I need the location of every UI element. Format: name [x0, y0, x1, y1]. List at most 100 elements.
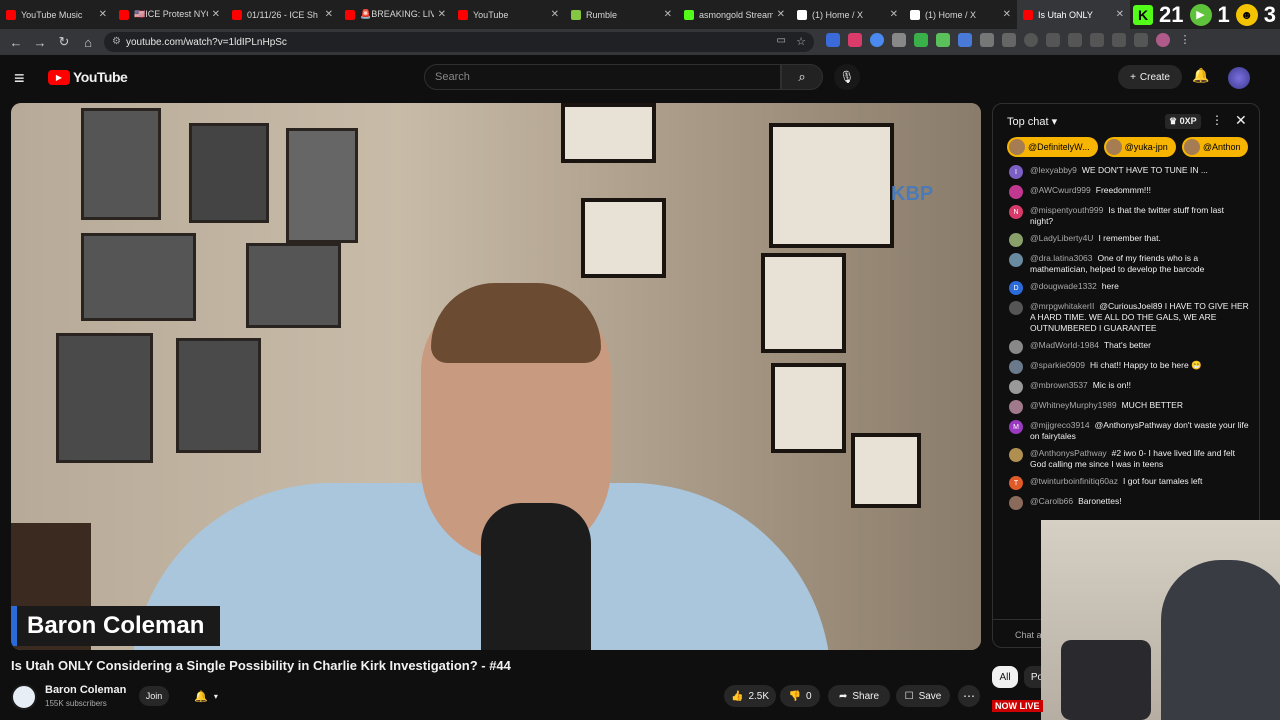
tab-close-icon[interactable]: ✕: [777, 9, 785, 20]
chat-message[interactable]: @WhitneyMurphy1989 MUCH BETTER: [993, 397, 1259, 417]
bookmark-star-icon[interactable]: ☆: [796, 35, 806, 48]
address-bar[interactable]: ⚙ youtube.com/watch?v=1ldIPLnHpSc ☆ ▭: [104, 32, 814, 52]
tab-close-icon[interactable]: ✕: [664, 9, 672, 20]
chat-author[interactable]: @dra.latina3063: [1030, 253, 1093, 263]
browser-tab[interactable]: YouTube ✕: [452, 0, 565, 29]
channel-avatar[interactable]: [11, 684, 37, 710]
chat-avatar[interactable]: I: [1009, 165, 1023, 179]
browser-tab[interactable]: Is Utah ONLY ✕: [1017, 0, 1130, 29]
browser-menu-icon[interactable]: ⋮: [1178, 33, 1192, 47]
chat-menu-icon[interactable]: ⋮: [1211, 113, 1223, 127]
chat-message[interactable]: D @dougwade1332 here: [993, 278, 1259, 298]
tab-close-icon[interactable]: ✕: [1116, 9, 1124, 20]
join-button[interactable]: Join: [139, 686, 169, 706]
chat-author[interactable]: @mbrown3537: [1030, 380, 1088, 390]
extension-icon[interactable]: [1112, 33, 1126, 47]
sidebar-icon[interactable]: [1134, 33, 1148, 47]
chat-author[interactable]: @LadyLiberty4U: [1030, 233, 1093, 243]
chat-avatar[interactable]: [1009, 340, 1023, 354]
chat-avatar[interactable]: [1009, 400, 1023, 414]
puzzle-icon[interactable]: [1002, 33, 1016, 47]
chat-avatar[interactable]: N: [1009, 205, 1023, 219]
super-chat-ticker[interactable]: @yuka-jpn: [1103, 137, 1176, 157]
history-icon[interactable]: [1024, 33, 1038, 47]
extension-icon[interactable]: [870, 33, 884, 47]
browser-tab[interactable]: asmongold Stream ✕: [678, 0, 791, 29]
chat-message[interactable]: @MadWorld-1984 That's better: [993, 337, 1259, 357]
super-chat-ticker[interactable]: @DefinitelyW...: [1007, 137, 1098, 157]
chat-author[interactable]: @mrpgwhitakerII: [1030, 301, 1094, 311]
extension-icon[interactable]: [980, 33, 994, 47]
chat-author[interactable]: @WhitneyMurphy1989: [1030, 400, 1117, 410]
share-button[interactable]: ➦ Share: [828, 685, 890, 707]
chat-author[interactable]: @sparkie0909: [1030, 360, 1085, 370]
chat-author[interactable]: @dougwade1332: [1030, 281, 1097, 291]
reload-icon[interactable]: ↻: [52, 30, 76, 54]
tab-close-icon[interactable]: ✕: [212, 9, 220, 20]
chat-message[interactable]: @Carolb66 Baronettes!: [993, 493, 1259, 513]
notifications-bell-icon[interactable]: 🔔: [1192, 67, 1209, 84]
microphone-icon[interactable]: 🎙: [834, 64, 860, 90]
chat-author[interactable]: @mjjgreco3914: [1030, 420, 1090, 430]
chat-message[interactable]: @AnthonysPathway #2 iwo 0- I have lived l…: [993, 445, 1259, 473]
chat-message[interactable]: N @mispentyouth999 Is that the twitter stu…: [993, 202, 1259, 230]
create-button[interactable]: + Create: [1118, 65, 1182, 89]
browser-tab[interactable]: (1) Home / X ✕: [904, 0, 1017, 29]
browser-tab[interactable]: 01/11/26 - ICE Sh ✕: [226, 0, 339, 29]
extension-icon[interactable]: [936, 33, 950, 47]
tab-close-icon[interactable]: ✕: [551, 9, 559, 20]
youtube-logo[interactable]: ▶ YouTube: [48, 69, 128, 85]
site-info-icon[interactable]: ⚙: [112, 36, 121, 47]
browser-tab[interactable]: (1) Home / X ✕: [791, 0, 904, 29]
chat-avatar[interactable]: [1009, 253, 1023, 267]
chat-avatar[interactable]: [1009, 301, 1023, 315]
subscribe-notifications-button[interactable]: 🔔 ▾: [184, 686, 228, 706]
chat-message[interactable]: @sparkie0909 Hi chat!! Happy to be here 😁: [993, 357, 1259, 377]
chat-author[interactable]: @lexyabby9: [1030, 165, 1077, 175]
top-chat-selector[interactable]: Top chat ▾: [1007, 115, 1057, 128]
chat-avatar[interactable]: [1009, 448, 1023, 462]
chat-message[interactable]: I @lexyabby9 WE DON'T HAVE TO TUNE IN ...: [993, 162, 1259, 182]
tab-close-icon[interactable]: ✕: [1003, 9, 1011, 20]
back-icon[interactable]: ←: [4, 30, 28, 54]
browser-tab[interactable]: Rumble ✕: [565, 0, 678, 29]
chat-message[interactable]: @mrpgwhitakerII @CuriousJoel89 I HAVE TO …: [993, 298, 1259, 337]
tab-close-icon[interactable]: ✕: [325, 9, 333, 20]
chat-avatar[interactable]: [1009, 496, 1023, 510]
chat-avatar[interactable]: T: [1009, 476, 1023, 490]
chat-author[interactable]: @twinturboinfinitiq60az: [1030, 476, 1118, 486]
chat-message[interactable]: @dra.latina3063 One of my friends who is …: [993, 250, 1259, 278]
home-icon[interactable]: ⌂: [76, 30, 100, 54]
chat-avatar[interactable]: [1009, 233, 1023, 247]
tab-close-icon[interactable]: ✕: [438, 9, 446, 20]
chat-message[interactable]: @mbrown3537 Mic is on!!: [993, 377, 1259, 397]
chat-author[interactable]: @AWCwurd999: [1030, 185, 1091, 195]
extension-icon[interactable]: [914, 33, 928, 47]
extension-icon[interactable]: [848, 33, 862, 47]
forward-icon[interactable]: →: [28, 30, 52, 54]
hamburger-menu-icon[interactable]: ≡: [14, 68, 25, 89]
install-icon[interactable]: ▭: [777, 35, 786, 46]
browser-tab[interactable]: YouTube Music ✕: [0, 0, 113, 29]
browser-tab[interactable]: 🚨BREAKING: LIV ✕: [339, 0, 452, 29]
extension-icon[interactable]: [958, 33, 972, 47]
more-actions-icon[interactable]: ⋯: [958, 685, 980, 707]
code-icon[interactable]: [1068, 33, 1082, 47]
account-avatar[interactable]: [1228, 67, 1250, 89]
search-icon[interactable]: ⌕: [781, 64, 823, 90]
chat-message[interactable]: T @twinturboinfinitiq60az I got four tamal…: [993, 473, 1259, 493]
chat-message[interactable]: M @mjjgreco3914 @AnthonysPathway don't was…: [993, 417, 1259, 445]
chat-avatar[interactable]: [1009, 360, 1023, 374]
video-player[interactable]: KBP Baron Coleman: [11, 103, 981, 650]
tab-close-icon[interactable]: ✕: [99, 9, 107, 20]
search-input[interactable]: Search: [424, 64, 781, 90]
chat-avatar[interactable]: M: [1009, 420, 1023, 434]
chat-avatar[interactable]: [1009, 380, 1023, 394]
close-icon[interactable]: ✕: [1235, 112, 1247, 129]
extension-icon[interactable]: [1090, 33, 1104, 47]
chat-message[interactable]: @AWCwurd999 Freedommm!!!: [993, 182, 1259, 202]
chat-message[interactable]: @LadyLiberty4U I remember that.: [993, 230, 1259, 250]
super-chat-ticker[interactable]: @Anthon: [1181, 137, 1249, 157]
chat-author[interactable]: @Carolb66: [1030, 496, 1073, 506]
xp-badge[interactable]: ♛ 0XP: [1165, 114, 1201, 129]
